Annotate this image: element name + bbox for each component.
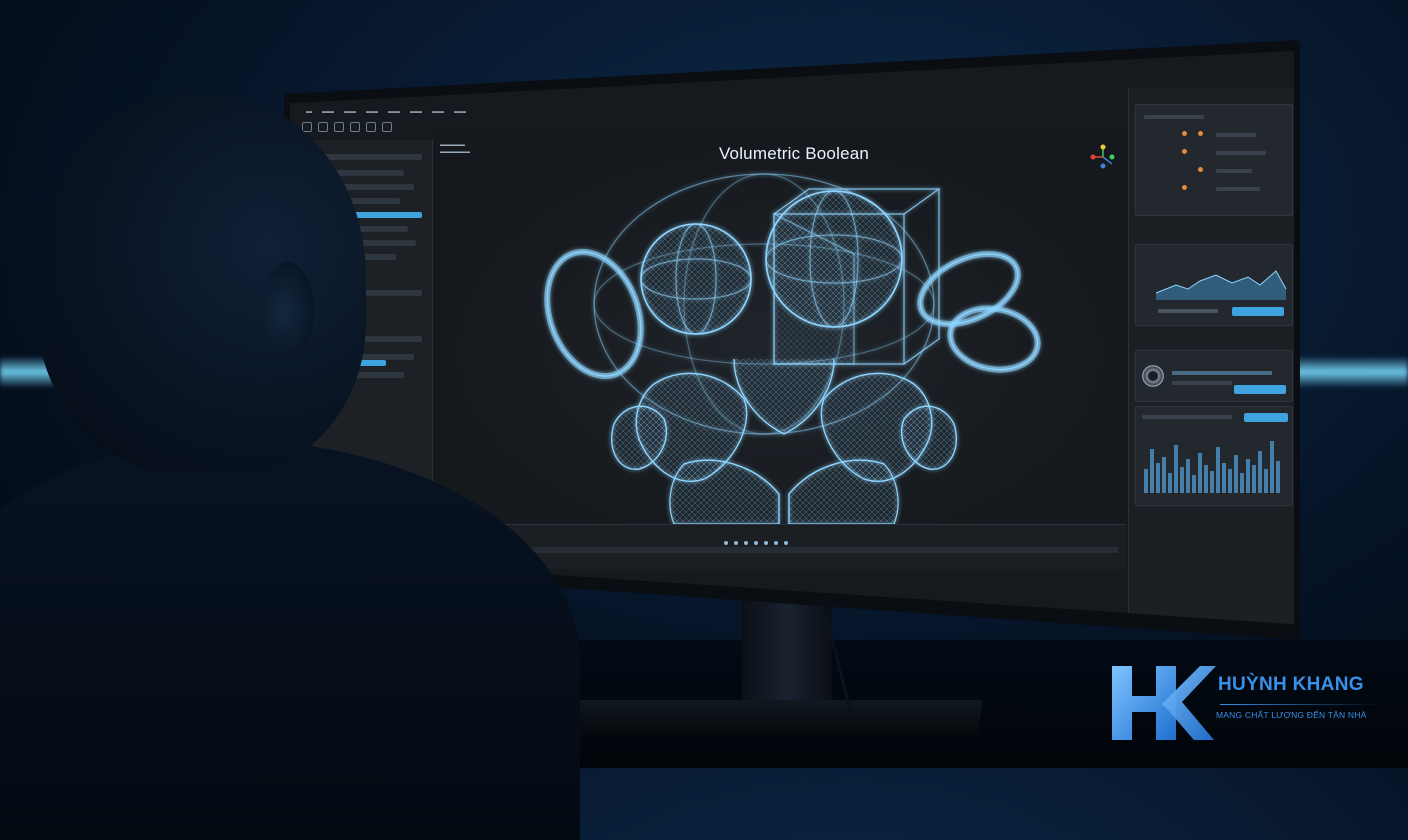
monitor-stand-base xyxy=(556,700,984,736)
timeline-track[interactable] xyxy=(442,547,1118,553)
brand-divider xyxy=(1220,704,1382,705)
histogram-section xyxy=(1135,406,1293,506)
histogram xyxy=(1144,441,1280,493)
person-silhouette-head xyxy=(36,94,366,474)
menu-item[interactable]: ▬ xyxy=(306,109,312,115)
keyframe[interactable] xyxy=(744,541,748,545)
menu-item[interactable]: ▬▬ xyxy=(388,109,400,115)
brand-tagline: MANG CHẤT LƯỢNG ĐẾN TẬN NHÀ xyxy=(1216,710,1367,720)
tool-icon[interactable] xyxy=(382,122,392,132)
keyframe[interactable] xyxy=(754,541,758,545)
curve-graph[interactable] xyxy=(1136,255,1292,305)
tool-icon[interactable] xyxy=(318,122,328,132)
tool-icon[interactable] xyxy=(334,122,344,132)
wireframe-model xyxy=(445,173,1041,524)
menu-item[interactable]: ▬▬ xyxy=(410,109,422,115)
3d-viewport[interactable]: ▬▬▬▬▬ ▬▬▬▬▬▬ Volumetric Boolean xyxy=(434,134,1126,524)
material-section xyxy=(1135,350,1293,402)
tool-icon[interactable] xyxy=(366,122,376,132)
material-button[interactable] xyxy=(1234,385,1286,394)
material-knob[interactable] xyxy=(1142,365,1164,387)
brand-logo: HUỲNH KHANG MANG CHẤT LƯỢNG ĐẾN TẬN NHÀ xyxy=(1104,660,1394,750)
keyframe[interactable] xyxy=(724,541,728,545)
keyframe[interactable] xyxy=(734,541,738,545)
menu-item[interactable]: ▬▬ xyxy=(322,109,334,115)
keyframe[interactable] xyxy=(774,541,778,545)
hk-logo-mark xyxy=(1112,666,1216,740)
layers-section xyxy=(1135,104,1293,216)
curve-section xyxy=(1135,244,1293,326)
menu-item[interactable]: ▬▬ xyxy=(366,109,378,115)
menu-item[interactable]: ▬▬ xyxy=(432,109,444,115)
apply-button[interactable] xyxy=(1232,307,1284,316)
keyframe[interactable] xyxy=(764,541,768,545)
properties-panel xyxy=(1128,88,1294,625)
selected-row[interactable] xyxy=(352,212,422,218)
brand-name: HUỲNH KHANG xyxy=(1218,674,1364,695)
tool-icon[interactable] xyxy=(350,122,360,132)
person-silhouette-ear xyxy=(262,262,314,360)
keyframe[interactable] xyxy=(784,541,788,545)
menu-item[interactable]: ▬▬ xyxy=(344,109,356,115)
wall-light-right xyxy=(1296,356,1408,388)
histogram-button[interactable] xyxy=(1244,413,1288,422)
menu-item[interactable]: ▬▬ xyxy=(454,109,466,115)
